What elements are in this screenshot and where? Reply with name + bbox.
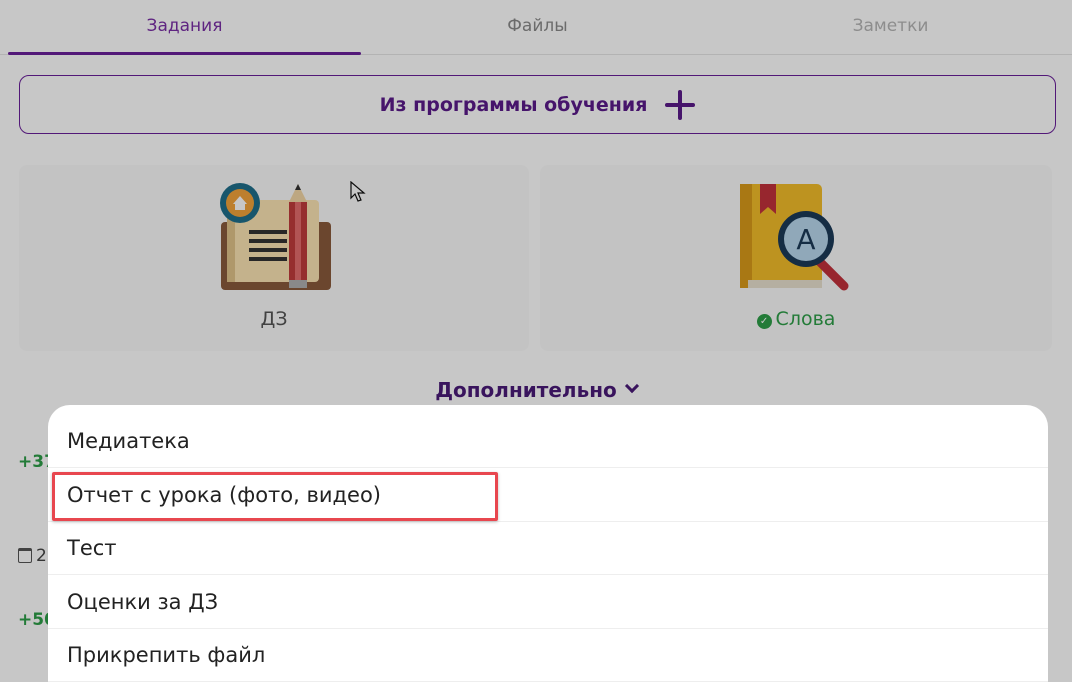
menu-item-media-library[interactable]: Медиатека — [48, 415, 1048, 468]
bottom-sheet-menu: Медиатека Отчет с урока (фото, видео) Те… — [48, 405, 1048, 682]
menu-item-homework-grades[interactable]: Оценки за ДЗ — [48, 576, 1048, 629]
menu-item-test[interactable]: Тест — [48, 522, 1048, 575]
menu-item-attach-file[interactable]: Прикрепить файл — [48, 629, 1048, 682]
highlight-box — [52, 472, 498, 521]
